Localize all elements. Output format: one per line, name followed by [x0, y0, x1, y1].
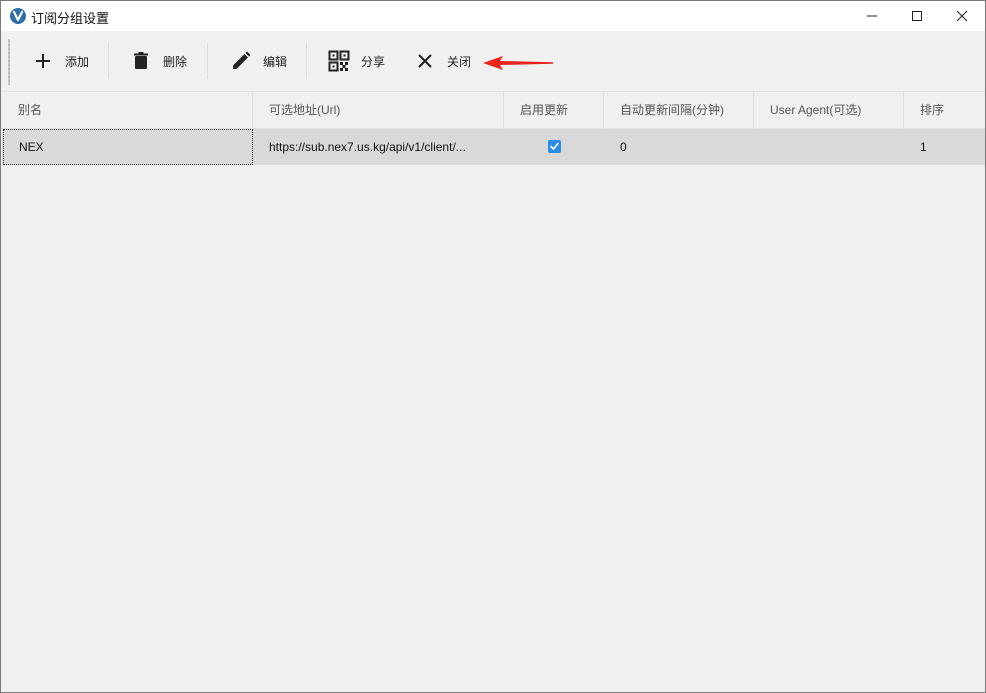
red-arrow-annotation-icon [483, 56, 553, 70]
column-header-alias[interactable]: 别名 [2, 92, 253, 129]
add-button[interactable]: 添加 [31, 43, 89, 79]
window-title: 订阅分组设置 [31, 11, 110, 26]
delete-button[interactable]: 删除 [129, 43, 187, 79]
minimize-button[interactable] [849, 1, 895, 31]
close-x-icon [413, 49, 437, 73]
column-header-enable-update[interactable]: 启用更新 [504, 92, 604, 129]
maximize-icon [912, 11, 922, 21]
window-close-button[interactable] [939, 1, 985, 31]
minimize-icon [867, 15, 877, 17]
column-header-url[interactable]: 可选地址(Url) [253, 92, 504, 129]
edit-button-label: 编辑 [263, 54, 288, 69]
cell-url[interactable]: https://sub.nex7.us.kg/api/v1/client/... [253, 129, 491, 165]
cell-enable-update[interactable] [504, 129, 604, 165]
table-row[interactable]: NEX https://sub.nex7.us.kg/api/v1/client… [2, 129, 985, 165]
share-button[interactable]: 分享 [327, 43, 385, 79]
toolbar-separator [108, 43, 109, 79]
toolbar-separator [207, 43, 208, 79]
delete-button-label: 删除 [163, 54, 188, 69]
column-header-sort[interactable]: 排序 [904, 92, 985, 129]
grid-header: 别名 可选地址(Url) 启用更新 自动更新间隔(分钟) User Agent(… [2, 91, 985, 129]
toolbar-separator [306, 43, 307, 79]
cell-user-agent[interactable] [754, 129, 904, 165]
column-header-user-agent[interactable]: User Agent(可选) [754, 92, 904, 129]
cell-alias[interactable]: NEX [3, 129, 253, 165]
close-icon [956, 10, 968, 22]
trash-icon [129, 49, 153, 73]
enable-update-checkbox[interactable] [548, 140, 561, 153]
pencil-icon [229, 49, 253, 73]
subscription-group-settings-window: 订阅分组设置 添加 删除 编辑 分享 关闭 别名 可选地址(Url) 启用更新 … [0, 0, 986, 693]
app-logo-icon [10, 8, 26, 24]
subscription-grid: 别名 可选地址(Url) 启用更新 自动更新间隔(分钟) User Agent(… [2, 91, 985, 692]
plus-icon [31, 49, 55, 73]
column-header-update-interval[interactable]: 自动更新间隔(分钟) [604, 92, 754, 129]
close-button-label: 关闭 [447, 54, 472, 69]
qr-code-icon [327, 49, 351, 73]
toolbar-grip[interactable] [8, 39, 10, 85]
edit-button[interactable]: 编辑 [229, 43, 287, 79]
title-bar: 订阅分组设置 [1, 1, 985, 31]
add-button-label: 添加 [65, 54, 90, 69]
checkmark-icon [550, 142, 559, 150]
maximize-button[interactable] [894, 1, 940, 31]
cell-update-interval[interactable]: 0 [604, 129, 754, 165]
cell-sort[interactable]: 1 [904, 129, 985, 165]
share-button-label: 分享 [361, 54, 386, 69]
close-button[interactable]: 关闭 [413, 43, 471, 79]
